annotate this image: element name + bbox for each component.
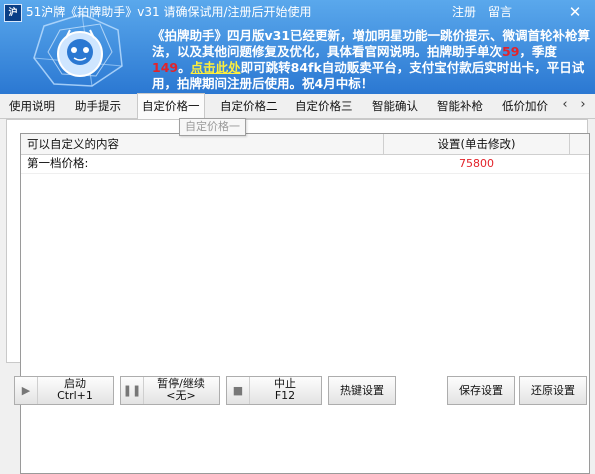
pause-icon: ❚❚ — [121, 377, 144, 404]
tab-low-price[interactable]: 低价加价 — [502, 94, 548, 118]
bottom-toolbar: ▶ 启动 Ctrl+1 ❚❚ 暂停/继续 <无> ■ 中止 F12 热键设置 保存设置… — [0, 370, 595, 409]
announcement-text: 《拍牌助手》四月版v31已经更新，增加明星功能一跳价提示、微调首轮补枪算法，以及… — [152, 28, 592, 92]
title-bar: 沪 51沪牌《拍牌助手》v31 请确保试用/注册后开始使用 注册 留言 ✕ — [0, 0, 595, 24]
price-quarter: 149 — [152, 60, 179, 75]
banner: 沪 51沪牌《拍牌助手》v31 请确保试用/注册后开始使用 注册 留言 ✕ 《拍… — [0, 0, 595, 94]
tab-tooltip: 自定价格一 — [179, 118, 246, 136]
table-row[interactable]: 第一档价格: 75800 — [21, 154, 589, 174]
tab-custom-price-1[interactable]: 自定价格一 — [137, 93, 205, 119]
save-settings-button[interactable]: 保存设置 — [447, 376, 515, 405]
close-icon[interactable]: ✕ — [566, 3, 584, 21]
tab-usage[interactable]: 使用说明 — [9, 94, 55, 118]
tab-custom-price-3[interactable]: 自定价格三 — [295, 94, 353, 118]
restore-settings-label: 还原设置 — [531, 384, 575, 397]
app-logo-icon: 沪 — [4, 4, 22, 22]
price-single: 59 — [502, 44, 520, 59]
start-button[interactable]: ▶ 启动 Ctrl+1 — [14, 376, 114, 405]
save-settings-label: 保存设置 — [459, 384, 503, 397]
column-divider[interactable] — [569, 134, 570, 154]
row-label: 第一档价格: — [27, 156, 89, 170]
pause-button[interactable]: ❚❚ 暂停/继续 <无> — [120, 376, 220, 405]
tab-prev-icon[interactable]: ‹ — [557, 96, 573, 114]
pause-shortcut: <无> — [166, 389, 196, 402]
register-link[interactable]: 注册 — [452, 0, 476, 24]
settings-grid: 可以自定义的内容 设置(单击修改) 第一档价格: 75800 — [20, 133, 590, 474]
tab-next-icon[interactable]: › — [575, 96, 591, 114]
grid-header: 可以自定义的内容 设置(单击修改) — [21, 134, 589, 155]
hotkey-settings-button[interactable]: 热键设置 — [328, 376, 396, 405]
tab-smart-refill[interactable]: 智能补枪 — [437, 94, 483, 118]
tab-strip: 使用说明 助手提示 自定价格一 自定价格二 自定价格三 智能确认 智能补枪 低价… — [0, 93, 595, 119]
hotkey-settings-label: 热键设置 — [340, 384, 384, 397]
restore-settings-button[interactable]: 还原设置 — [519, 376, 587, 405]
tab-custom-price-2[interactable]: 自定价格二 — [220, 94, 278, 118]
start-shortcut: Ctrl+1 — [57, 389, 93, 402]
window-title: 51沪牌《拍牌助手》v31 请确保试用/注册后开始使用 — [26, 5, 312, 19]
tab-smart-confirm[interactable]: 智能确认 — [372, 94, 418, 118]
stop-button[interactable]: ■ 中止 F12 — [226, 376, 322, 405]
price-value[interactable]: 75800 — [384, 154, 569, 173]
message-link[interactable]: 留言 — [488, 0, 512, 24]
tab-panel: 可以自定义的内容 设置(单击修改) 第一档价格: 75800 — [6, 119, 590, 474]
column-header-content[interactable]: 可以自定义的内容 — [27, 134, 119, 154]
column-header-setting[interactable]: 设置(单击修改) — [384, 134, 569, 154]
play-icon: ▶ — [15, 377, 38, 404]
mascot-icon — [57, 29, 103, 77]
purchase-link[interactable]: 点击此处 — [191, 60, 241, 75]
stop-shortcut: F12 — [274, 389, 296, 402]
announcement-part: ，季度 — [519, 44, 557, 59]
tab-tips[interactable]: 助手提示 — [75, 94, 121, 118]
announcement-part: 。 — [178, 60, 191, 75]
stop-icon: ■ — [227, 377, 250, 404]
